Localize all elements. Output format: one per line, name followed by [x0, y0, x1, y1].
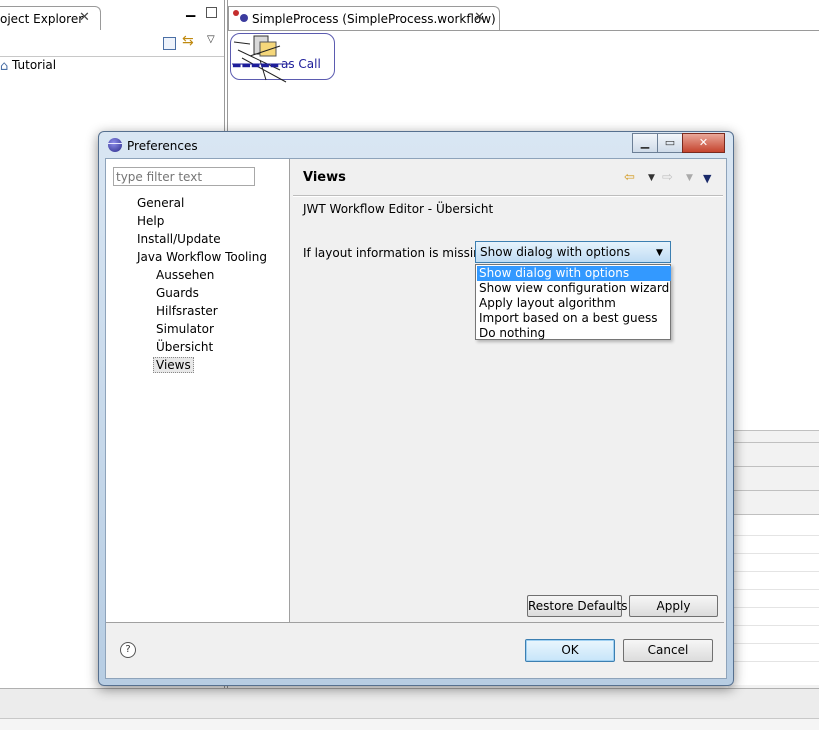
cancel-button[interactable]: Cancel — [623, 639, 713, 662]
minimize-icon[interactable]: ▁ — [186, 3, 195, 17]
status-bar-inner — [0, 718, 819, 730]
combo-value: Show dialog with options — [480, 245, 631, 259]
minimize-icon: ▁ — [640, 136, 650, 149]
project-explorer-tab-label: oject Explorer — [0, 12, 84, 26]
close-button[interactable]: ✕ — [682, 133, 725, 153]
minimize-button[interactable]: ▁ — [632, 133, 658, 153]
tree-item-install-update[interactable]: Install/Update — [137, 232, 221, 246]
workflow-file-icon — [233, 10, 239, 16]
layout-missing-label: If layout information is missing — [303, 246, 489, 260]
tree-item-java-workflow-tooling[interactable]: Java Workflow Tooling — [137, 250, 267, 264]
layout-missing-combo[interactable]: Show dialog with options — [475, 241, 671, 263]
page-subtitle: JWT Workflow Editor - Übersicht — [303, 202, 494, 216]
close-icon[interactable]: ✕ — [79, 10, 90, 25]
tree-item-aussehen[interactable]: Aussehen — [156, 268, 214, 282]
option-do-nothing[interactable]: Do nothing — [477, 326, 671, 341]
option-show-dialog[interactable]: Show dialog with options — [477, 266, 671, 281]
ok-button[interactable]: OK — [525, 639, 615, 662]
view-menu-icon[interactable]: ▼ — [703, 172, 711, 185]
dialog-title: Preferences — [127, 139, 198, 153]
view-menu-icon[interactable]: ▽ — [207, 34, 215, 45]
tree-item-guards[interactable]: Guards — [156, 286, 199, 300]
tree-item-uebersicht[interactable]: Übersicht — [156, 340, 213, 354]
properties-table — [732, 514, 819, 685]
restore-defaults-button[interactable]: Restore Defaults — [527, 595, 627, 617]
collapse-all-icon[interactable] — [163, 37, 176, 50]
option-apply-layout[interactable]: Apply layout algorithm — [477, 296, 671, 311]
project-icon: ⌂ — [0, 59, 9, 74]
preference-page — [290, 159, 724, 622]
editor-tab-label: SimpleProcess (SimpleProcess.workflow) — [252, 12, 496, 26]
link-editor-icon[interactable]: ⇆ — [182, 33, 194, 49]
maximize-icon[interactable] — [206, 7, 217, 18]
tree-item-simulator[interactable]: Simulator — [156, 322, 214, 336]
maximize-icon: ▭ — [664, 136, 676, 149]
layout-missing-dropdown: Show dialog with options Show view confi… — [475, 264, 671, 340]
tree-item-help[interactable]: Help — [137, 214, 164, 228]
forward-icon: ⇨ — [662, 170, 673, 185]
back-icon[interactable]: ⇦ — [624, 170, 635, 185]
option-import-best-guess[interactable]: Import based on a best guess — [477, 311, 671, 326]
tree-item-general[interactable]: General — [137, 196, 184, 210]
filter-input[interactable] — [113, 167, 255, 186]
node-label: as Call — [281, 57, 321, 71]
apply-button[interactable]: Apply — [629, 595, 718, 617]
close-icon: ✕ — [698, 136, 709, 149]
title-separator — [293, 195, 723, 197]
tree-item-views[interactable]: Views — [153, 357, 194, 373]
close-icon[interactable]: ✕ — [474, 10, 485, 25]
chevron-down-icon[interactable]: ▼ — [656, 248, 663, 258]
workflow-file-icon — [240, 14, 248, 22]
forward-menu-icon: ▼ — [686, 173, 693, 183]
preferences-tree-pane — [106, 159, 290, 622]
help-icon[interactable]: ? — [120, 642, 136, 658]
page-title: Views — [303, 170, 346, 185]
button-bar-separator — [106, 622, 724, 623]
svg-text:▬▬▬▬▬: ▬▬▬▬▬ — [232, 60, 279, 71]
editor-border — [228, 30, 819, 31]
maximize-button[interactable]: ▭ — [657, 133, 683, 153]
eclipse-icon — [108, 138, 122, 152]
back-menu-icon[interactable]: ▼ — [648, 173, 655, 183]
tree-item-hilfsraster[interactable]: Hilfsraster — [156, 304, 218, 318]
explorer-item-tutorial[interactable]: Tutorial — [12, 58, 56, 72]
option-show-wizard[interactable]: Show view configuration wizard — [477, 281, 671, 296]
